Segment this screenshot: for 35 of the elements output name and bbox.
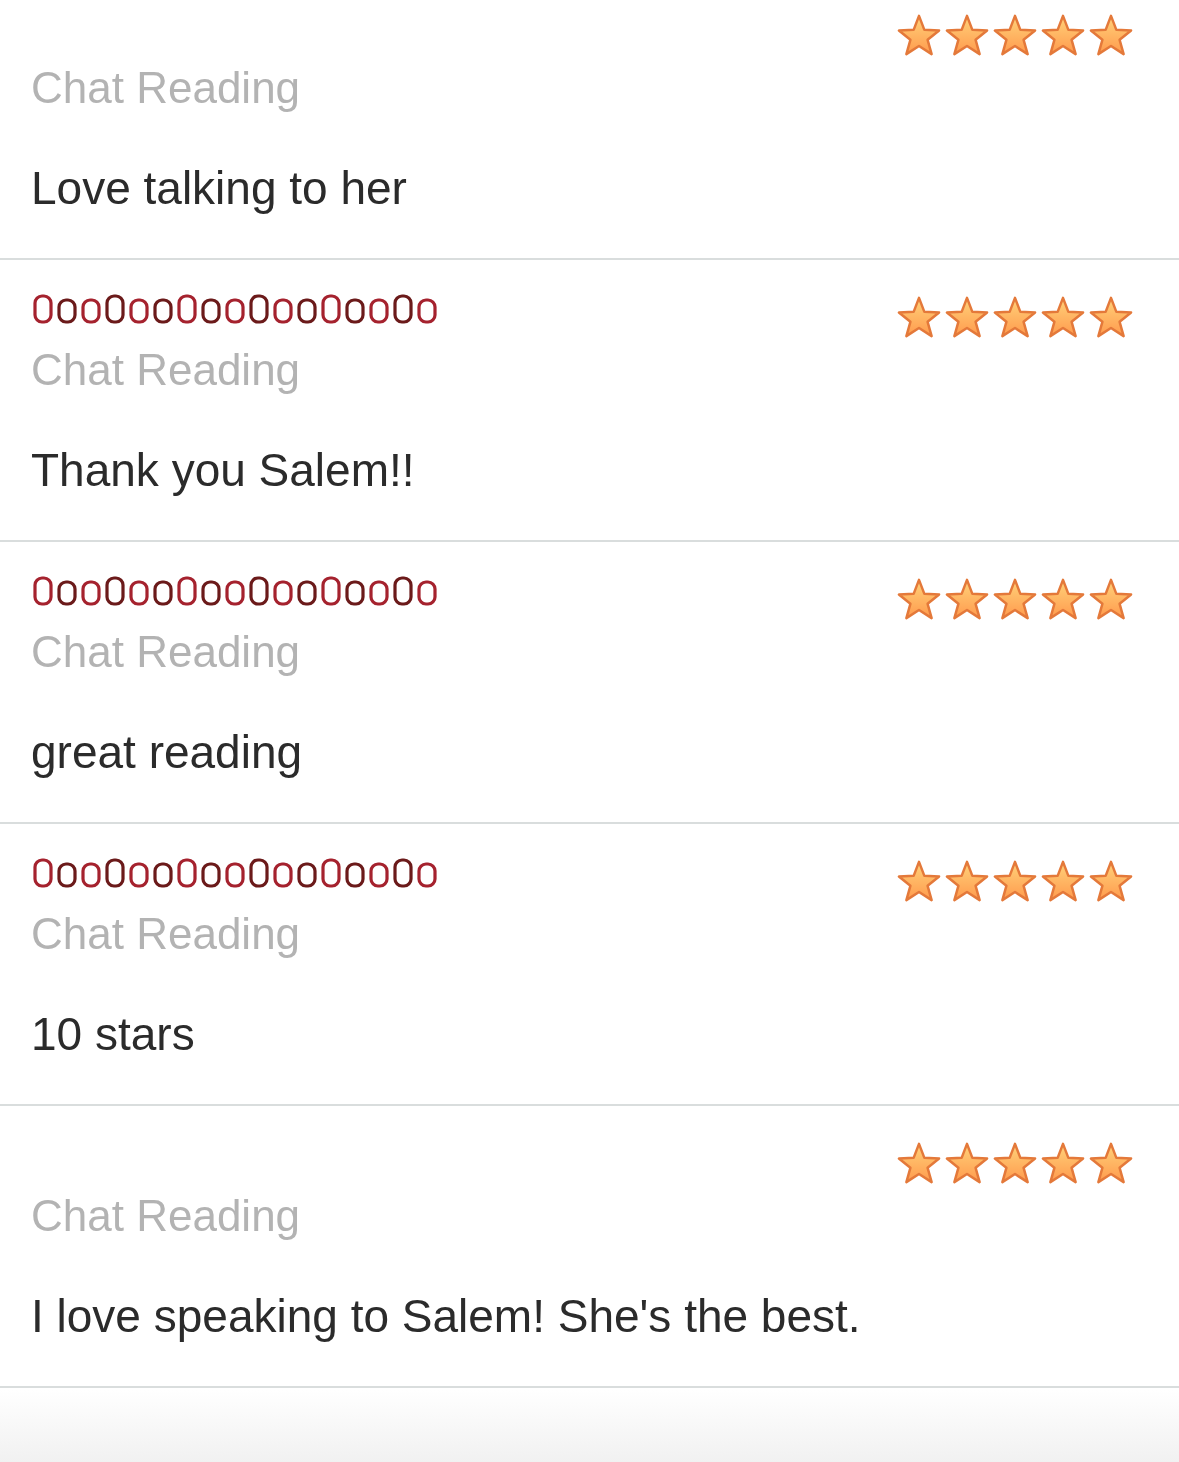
star-icon (1089, 860, 1133, 903)
star-icon (897, 860, 941, 903)
star-icon (993, 578, 1037, 621)
star-icon (993, 860, 1037, 903)
star-icon (1041, 1142, 1085, 1185)
star-icon (1041, 14, 1085, 57)
star-icon (1041, 860, 1085, 903)
star-icon (897, 578, 941, 621)
star-icon (993, 1142, 1037, 1185)
star-icon (945, 578, 989, 621)
star-icon (993, 296, 1037, 339)
star-icon (1089, 578, 1133, 621)
star-icon (993, 14, 1037, 57)
star-icon (945, 860, 989, 903)
star-icon (1041, 296, 1085, 339)
review-text: great reading (31, 725, 304, 780)
star-icon (1089, 14, 1133, 57)
star-icon (897, 1142, 941, 1185)
star-icon (897, 14, 941, 57)
reading-type: Chat Reading (31, 908, 302, 960)
review-text: Thank you Salem!! (31, 443, 416, 498)
reading-type: Chat Reading (31, 62, 302, 114)
star-icon (1041, 578, 1085, 621)
reading-type: Chat Reading (31, 626, 302, 678)
star-icon (945, 296, 989, 339)
star-icon (1089, 1142, 1133, 1185)
review-text: 10 stars (31, 1007, 196, 1062)
review-text: Love talking to her (31, 161, 407, 216)
star-icon (897, 296, 941, 339)
reading-type: Chat Reading (31, 1190, 302, 1242)
reading-type: Chat Reading (31, 344, 302, 396)
star-icon (945, 14, 989, 57)
star-icon (945, 1142, 989, 1185)
review-text: I love speaking to Salem! She's the best. (31, 1289, 861, 1344)
star-icon (1089, 296, 1133, 339)
